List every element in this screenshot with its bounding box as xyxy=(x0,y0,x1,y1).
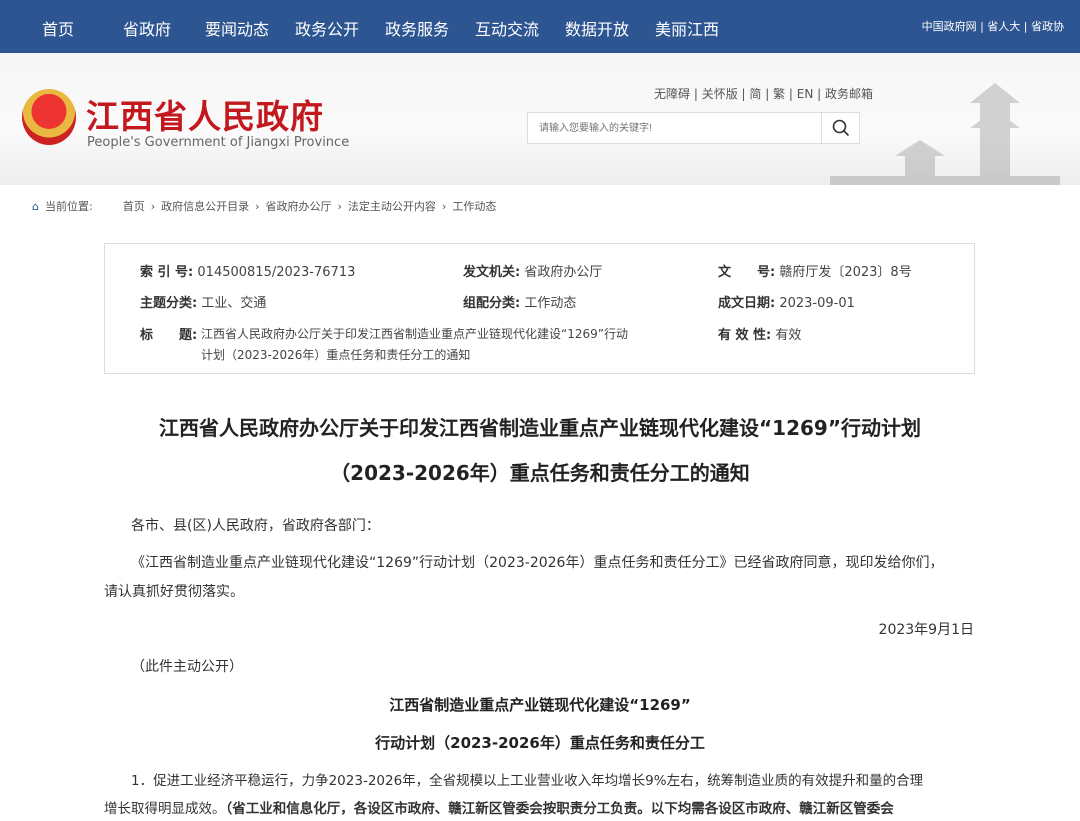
nav-open-data[interactable]: 数据开放 xyxy=(565,16,629,40)
meta-index: 索 引 号: 014500815/2023-76713 xyxy=(140,261,355,280)
nav-news[interactable]: 要闻动态 xyxy=(205,16,269,40)
link-traditional[interactable]: 繁 xyxy=(773,87,785,101)
item-1-cont: 增长取得明显成效。（省工业和信息化厅，各设区市政府、赣江新区管委会按职责分工负责… xyxy=(104,797,894,817)
breadcrumb-home[interactable]: 首页 xyxy=(123,198,145,214)
home-icon: ⌂ xyxy=(32,199,39,213)
body-paragraph-cont: 请认真抓好贯彻落实。 xyxy=(104,584,244,600)
breadcrumb: ⌂ 当前位置: 首页 › 政府信息公开目录 › 省政府办公厅 › 法定主动公开内容 › … xyxy=(32,198,497,214)
article-title-line2: （2023-2026年）重点任务和责任分工的通知 xyxy=(330,461,750,485)
body-paragraph: 《江西省制造业重点产业链现代化建设“1269”行动计划（2023-2026年）重… xyxy=(131,555,944,571)
item-1: 1．促进工业经济平稳运行，力争2023-2026年，全省规模以上工业营业收入年均… xyxy=(131,773,924,789)
meta-label: 成文日期: xyxy=(718,296,776,311)
site-title[interactable]: 江西省人民政府 xyxy=(86,90,324,138)
pavilion-illustration xyxy=(830,83,1060,185)
issue-date: 2023年9月1日 xyxy=(878,622,974,638)
meta-title: 江西省人民政府办公厅关于印发江西省制造业重点产业链现代化建设“1269”行动 计划… xyxy=(201,324,701,366)
meta-topic: 主题分类: 工业、交通 xyxy=(140,292,266,311)
breadcrumb-work-news[interactable]: 工作动态 xyxy=(452,198,496,214)
meta-value: 省政府办公厅 xyxy=(524,265,603,280)
nav-province-gov[interactable]: 省政府 xyxy=(123,16,171,40)
meta-label: 文 号: xyxy=(718,265,776,280)
breadcrumb-office[interactable]: 省政府办公厅 xyxy=(266,198,332,214)
item-text: 增长取得明显成效。 xyxy=(104,801,226,817)
meta-validity: 有 效 性: 有效 xyxy=(718,324,801,343)
link-english[interactable]: EN xyxy=(797,87,814,101)
link-china-gov[interactable]: 中国政府网 xyxy=(922,20,977,33)
link-provincial-cppcc[interactable]: 省政协 xyxy=(1031,20,1064,33)
breadcrumb-label: 当前位置: xyxy=(44,200,93,213)
item-responsibility: （省工业和信息化厅，各设区市政府、赣江新区管委会按职责分工负责。以下均需各设区市… xyxy=(225,801,894,817)
attachment-title-line2: 行动计划（2023-2026年）重点任务和责任分工 xyxy=(375,734,705,752)
meta-value: 014500815/2023-76713 xyxy=(197,265,356,280)
nav-beautiful-jiangxi[interactable]: 美丽江西 xyxy=(655,16,719,40)
meta-label: 发文机关: xyxy=(463,265,521,280)
nav-interaction[interactable]: 互动交流 xyxy=(475,16,539,40)
meta-label: 有 效 性: xyxy=(718,328,772,343)
meta-title-line: 计划（2023-2026年）重点任务和责任分工的通知 xyxy=(201,348,471,362)
national-emblem-icon xyxy=(22,89,76,145)
top-links: 中国政府网 | 省人大 | 省政协 xyxy=(921,20,1064,33)
meta-value: 赣府厅发〔2023〕8号 xyxy=(779,265,912,280)
meta-title-line: 江西省人民政府办公厅关于印发江西省制造业重点产业链现代化建设“1269”行动 xyxy=(201,327,628,341)
meta-label: 主题分类: xyxy=(140,296,198,311)
meta-org: 发文机关: 省政府办公厅 xyxy=(463,261,602,280)
meta-label: 组配分类: xyxy=(463,296,521,311)
link-care-version[interactable]: 关怀版 xyxy=(702,87,738,101)
meta-category: 组配分类: 工作动态 xyxy=(463,292,576,311)
link-accessibility[interactable]: 无障碍 xyxy=(654,87,690,101)
meta-value: 有效 xyxy=(775,328,802,343)
site-subtitle: People's Government of Jiangxi Province xyxy=(87,135,350,150)
nav-gov-services[interactable]: 政务服务 xyxy=(385,16,449,40)
article-title-line1: 江西省人民政府办公厅关于印发江西省制造业重点产业链现代化建设“1269”行动计划 xyxy=(159,416,921,440)
meta-value: 工业、交通 xyxy=(201,296,267,311)
search-input[interactable] xyxy=(528,113,821,143)
salutation: 各市、县(区)人民政府，省政府各部门： xyxy=(131,518,380,534)
meta-value: 2023-09-01 xyxy=(779,296,855,311)
attachment-title-line1: 江西省制造业重点产业链现代化建设“1269” xyxy=(389,696,691,714)
nav-gov-affairs-open[interactable]: 政务公开 xyxy=(295,16,359,40)
nav-home[interactable]: 首页 xyxy=(42,16,74,40)
publication-note: （此件主动公开） xyxy=(131,659,243,675)
meta-label: 索 引 号: xyxy=(140,265,194,280)
link-provincial-npc[interactable]: 省人大 xyxy=(987,20,1020,33)
breadcrumb-directory[interactable]: 政府信息公开目录 xyxy=(161,198,249,214)
meta-docno: 文 号: 赣府厅发〔2023〕8号 xyxy=(718,261,912,280)
meta-label: 标 题: xyxy=(140,328,198,343)
meta-value: 工作动态 xyxy=(524,296,577,311)
search-box xyxy=(527,112,860,144)
top-nav: 首页 省政府 要闻动态 政务公开 政务服务 互动交流 数据开放 美丽江西 中国政… xyxy=(0,0,1080,53)
meta-title-label: 标 题: xyxy=(140,324,197,343)
meta-date: 成文日期: 2023-09-01 xyxy=(718,292,855,311)
link-simplified[interactable]: 简 xyxy=(749,87,761,101)
breadcrumb-statutory[interactable]: 法定主动公开内容 xyxy=(348,198,436,214)
